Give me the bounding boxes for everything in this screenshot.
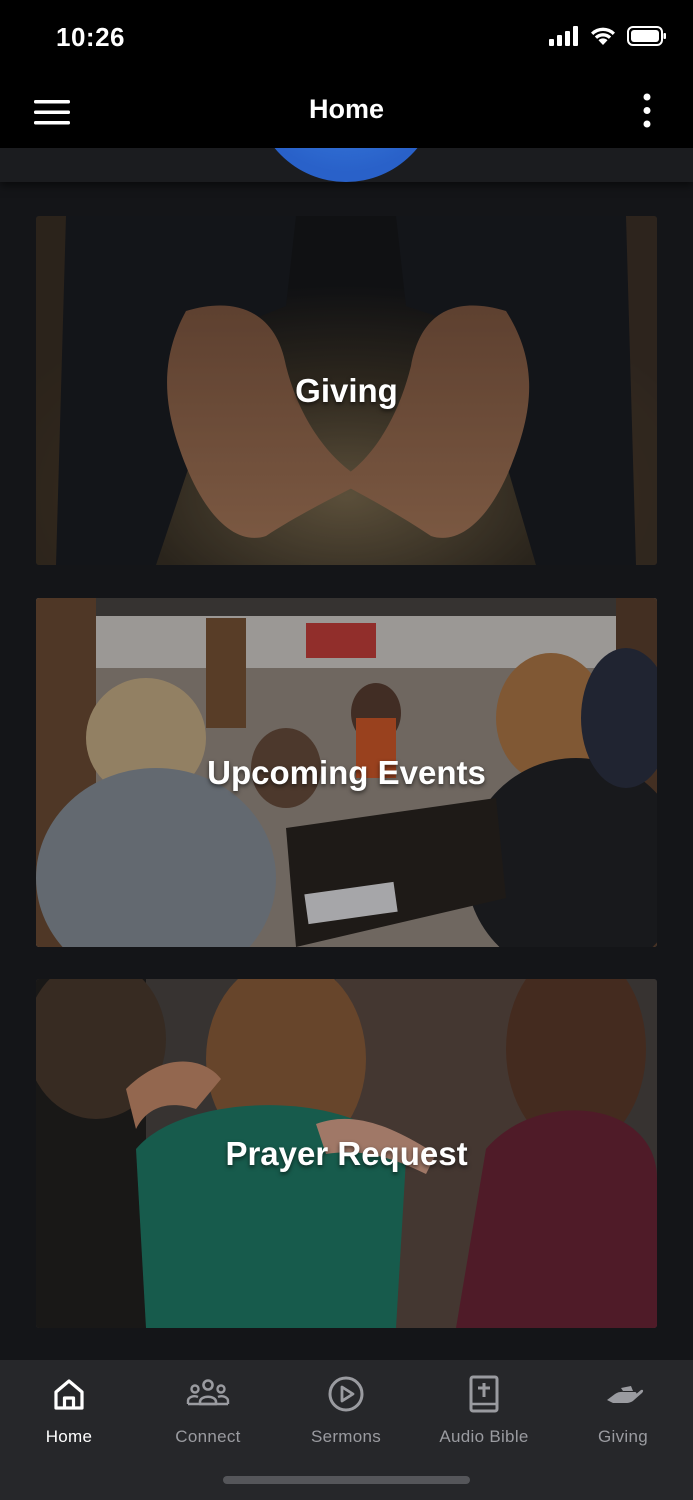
church-logo <box>254 148 438 182</box>
bible-icon <box>469 1375 499 1413</box>
status-bar: 10:26 <box>0 0 693 78</box>
giving-card[interactable]: Giving <box>36 216 657 565</box>
home-content[interactable]: Giving Upcoming Events Prayer Request <box>0 148 693 1360</box>
home-indicator[interactable] <box>223 1476 470 1484</box>
tab-label-home: Home <box>45 1427 93 1446</box>
tab-label-audio-bible: Audio Bible <box>439 1427 529 1446</box>
more-vertical-icon <box>643 93 651 128</box>
status-icons <box>549 26 667 46</box>
tab-giving[interactable]: Giving <box>554 1374 692 1450</box>
tab-sermons[interactable]: Sermons <box>277 1374 415 1450</box>
bottom-tab-bar: Home Connect Sermons Audio Bible Giving <box>0 1360 693 1500</box>
upcoming-events-card-label: Upcoming Events <box>207 753 486 791</box>
giving-card-label: Giving <box>295 371 398 409</box>
upcoming-events-card[interactable]: Upcoming Events <box>36 598 657 947</box>
people-icon <box>186 1379 230 1406</box>
more-options-button[interactable] <box>641 92 653 132</box>
cellular-signal-icon <box>549 26 578 46</box>
battery-icon <box>627 26 666 46</box>
giving-hand-icon <box>607 1386 644 1403</box>
page-title: Home <box>308 94 384 124</box>
navigation-bar: Home <box>0 78 693 148</box>
tab-home[interactable]: Home <box>0 1374 138 1450</box>
wifi-icon <box>591 27 615 45</box>
tab-label-sermons: Sermons <box>310 1427 382 1446</box>
status-time: 10:26 <box>56 22 125 52</box>
home-icon <box>54 1379 84 1410</box>
tab-audio-bible[interactable]: Audio Bible <box>415 1374 553 1450</box>
header-banner <box>0 148 693 182</box>
tab-label-connect: Connect <box>175 1427 241 1446</box>
tab-label-giving: Giving <box>598 1427 648 1446</box>
prayer-request-card[interactable]: Prayer Request <box>36 979 657 1328</box>
prayer-request-card-label: Prayer Request <box>225 1134 468 1172</box>
tab-connect[interactable]: Connect <box>139 1374 277 1450</box>
play-circle-icon <box>328 1376 364 1412</box>
